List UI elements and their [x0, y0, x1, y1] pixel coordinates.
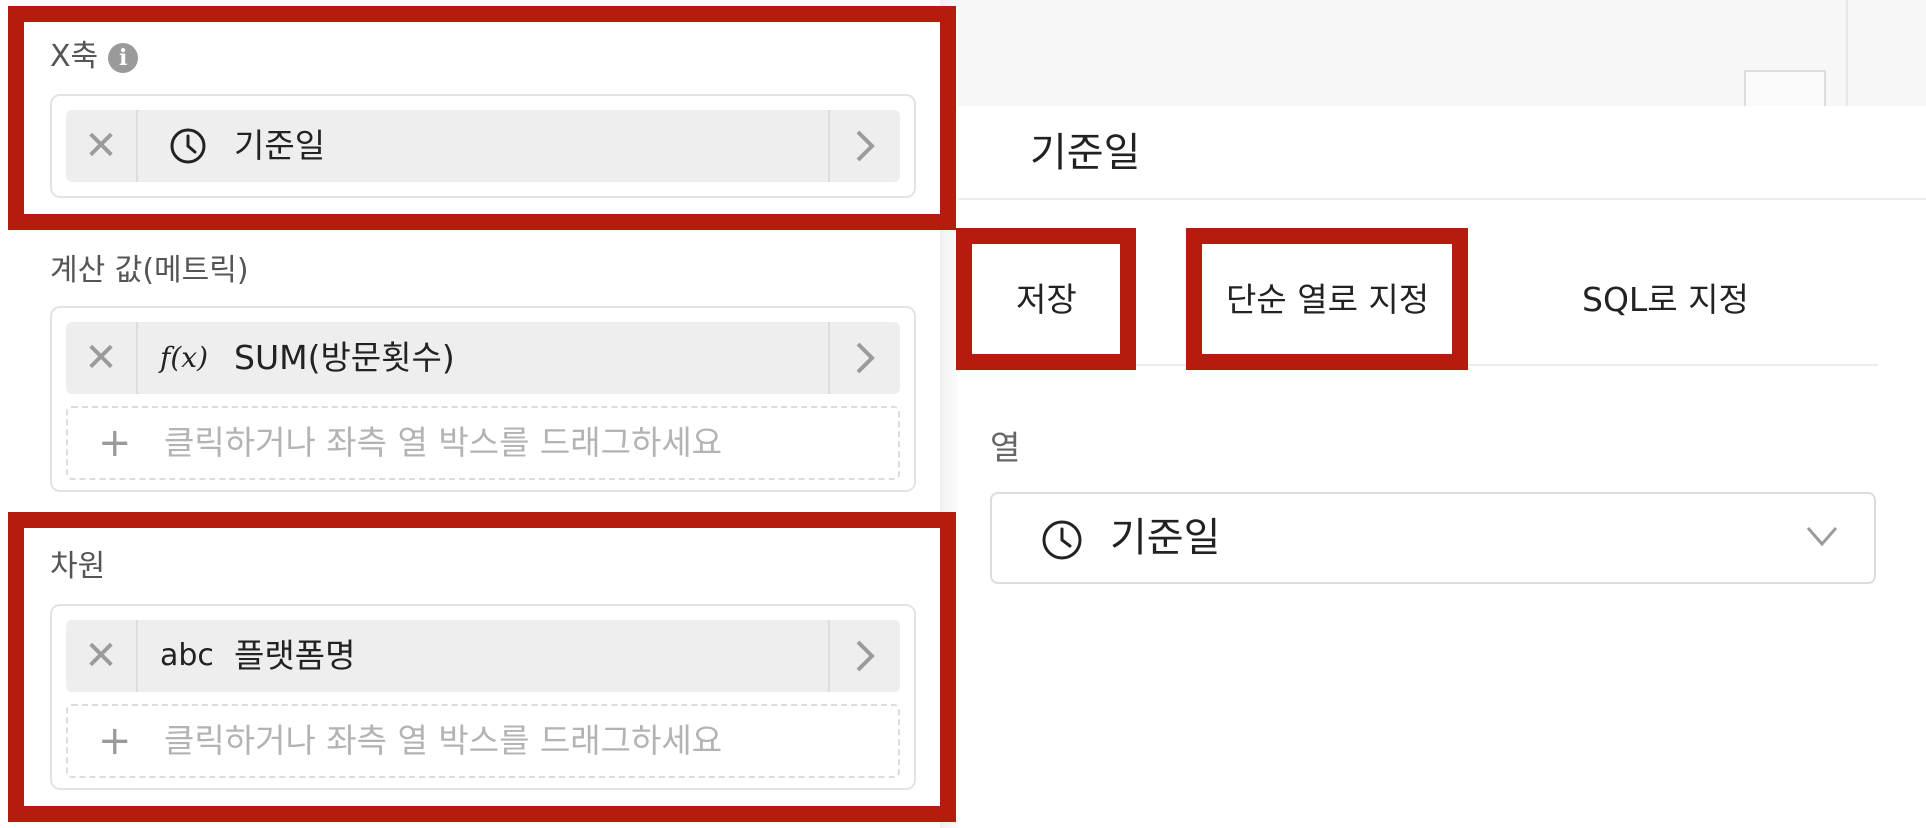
metrics-well: ✕ f(x) SUM(방문횟수) + 클릭하거나 좌측 열 박스를 드래그하세요	[50, 306, 916, 492]
highlight-box-simple-column-tab	[1186, 228, 1468, 370]
function-icon: f(x)	[160, 341, 209, 374]
clock-icon	[1040, 518, 1084, 566]
highlight-box-x-axis	[8, 6, 956, 230]
highlight-box-dimension	[8, 512, 956, 822]
column-select[interactable]: 기준일	[990, 492, 1876, 584]
remove-metric-field-button[interactable]: ✕	[66, 322, 138, 394]
column-select-value: 기준일	[1110, 515, 1221, 561]
tab-sql[interactable]: SQL로 지정	[1582, 270, 1749, 330]
popover-title: 기준일	[1030, 130, 1141, 176]
background-divider	[1846, 0, 1848, 110]
metrics-label: 계산 값(메트릭)	[50, 253, 249, 288]
field-settings-popover	[958, 106, 1926, 828]
highlight-box-save-tab	[956, 228, 1136, 370]
metrics-dropzone[interactable]: + 클릭하거나 좌측 열 박스를 드래그하세요	[66, 406, 900, 480]
metrics-field-pill[interactable]: ✕ f(x) SUM(방문횟수)	[66, 322, 900, 394]
popover-divider	[958, 198, 1926, 200]
chevron-right-icon	[856, 342, 875, 374]
chevron-down-icon	[1806, 524, 1838, 552]
metrics-dropzone-text: 클릭하거나 좌측 열 박스를 드래그하세요	[164, 423, 723, 462]
metric-field-name: SUM(방문횟수)	[234, 338, 455, 377]
expand-metric-field-button[interactable]	[828, 322, 900, 394]
column-label: 열	[990, 428, 1021, 467]
plus-icon: +	[98, 420, 132, 466]
